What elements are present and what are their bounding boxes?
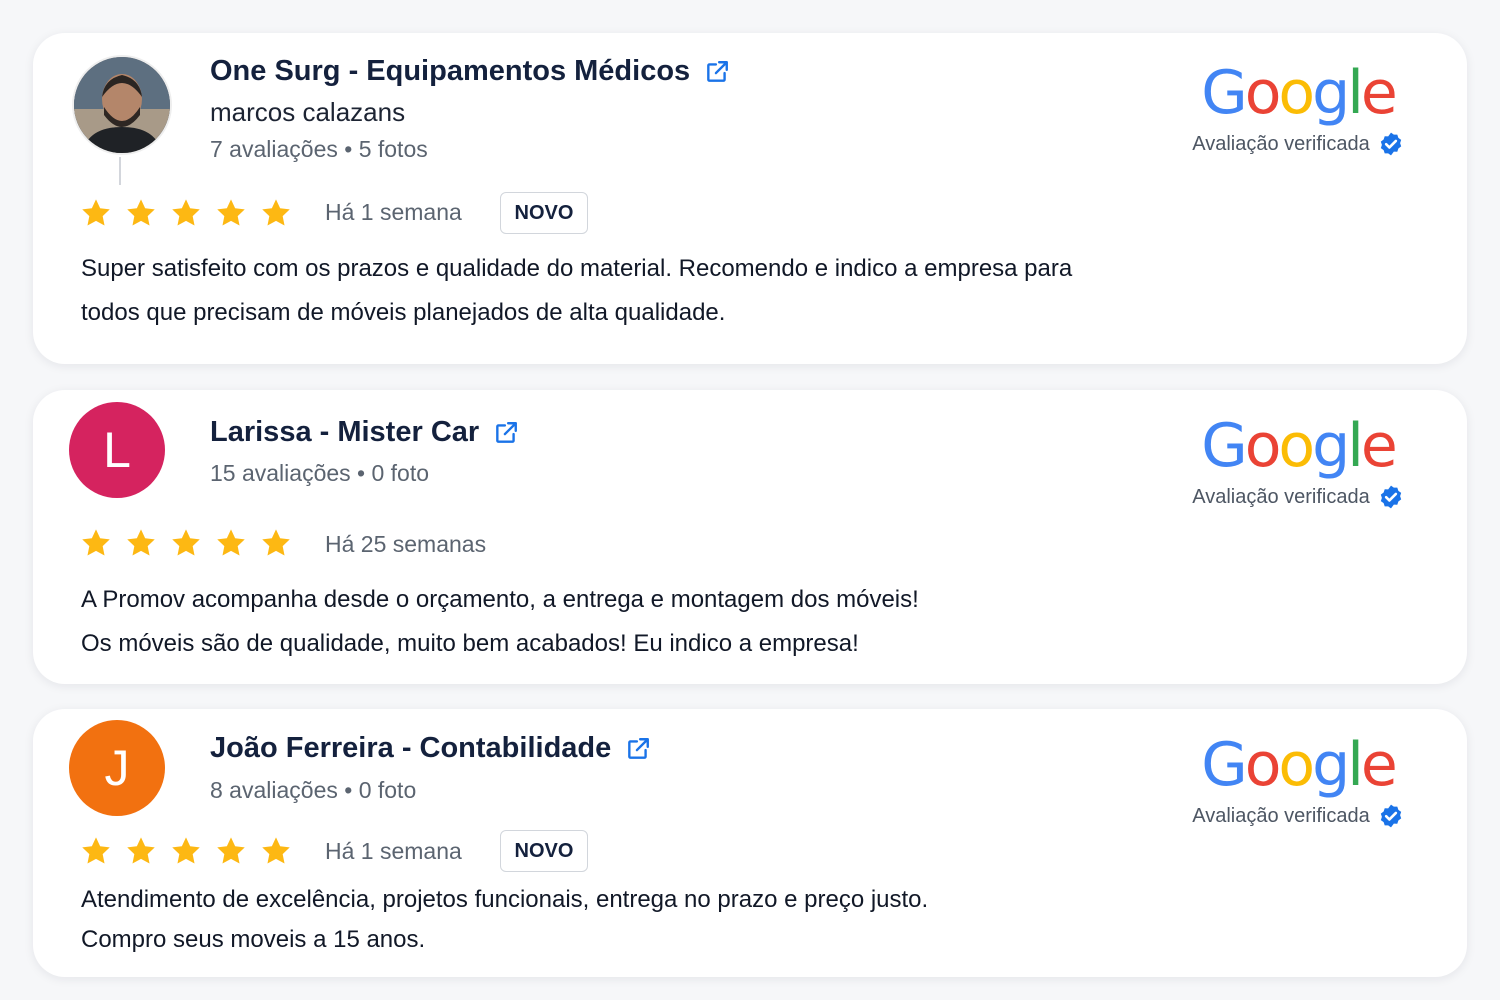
verified-check-icon bbox=[1380, 132, 1401, 156]
star-icon bbox=[82, 529, 110, 556]
google-logo-letter: o bbox=[1244, 411, 1282, 481]
review-text-line: A Promov acompanha desde o orçamento, a … bbox=[81, 586, 919, 613]
star-icon bbox=[82, 199, 110, 226]
external-link-icon[interactable] bbox=[625, 736, 651, 762]
review-card: J João Ferreira - Contabilidade 8 avalia… bbox=[33, 709, 1467, 977]
review-text: Super satisfeito com os prazos e qualida… bbox=[81, 247, 1241, 335]
review-card: One Surg - Equipamentos Médicos marcos c… bbox=[33, 33, 1467, 364]
google-verified: Google Avaliação verificada bbox=[1183, 735, 1413, 829]
google-verified: Google Avaliação verificada bbox=[1183, 63, 1413, 157]
star-rating bbox=[80, 835, 292, 867]
google-logo-letter: e bbox=[1360, 730, 1398, 800]
star-icon bbox=[82, 837, 110, 864]
star-icon bbox=[127, 529, 155, 556]
star-rating bbox=[80, 527, 292, 559]
review-card: L Larissa - Mister Car 15 avaliações • 0… bbox=[33, 390, 1467, 684]
google-logo-letter: o bbox=[1278, 730, 1315, 800]
review-text-line: Atendimento de excelência, projetos func… bbox=[81, 886, 929, 913]
business-name-label[interactable]: One Surg - Equipamentos Médicos bbox=[210, 55, 690, 88]
review-text-line: Os móveis são de qualidade, muito bem ac… bbox=[81, 630, 859, 657]
review-text-line: Super satisfeito com os prazos e qualida… bbox=[81, 255, 1073, 282]
google-logo-letter: g bbox=[1312, 730, 1350, 800]
star-icon bbox=[262, 529, 290, 556]
reviewer-avatar[interactable] bbox=[72, 55, 172, 155]
star-icon bbox=[262, 199, 290, 226]
review-time: Há 1 semana bbox=[325, 199, 462, 225]
google-logo-letter: e bbox=[1360, 411, 1398, 481]
business-name-label[interactable]: Larissa - Mister Car bbox=[210, 416, 479, 449]
google-logo-letter: e bbox=[1360, 58, 1398, 128]
star-icon bbox=[217, 837, 245, 864]
new-badge: NOVO bbox=[500, 192, 588, 234]
star-icon bbox=[262, 837, 290, 864]
reviewer-name: marcos calazans bbox=[210, 97, 406, 127]
google-logo: Google bbox=[1183, 735, 1413, 795]
new-badge: NOVO bbox=[500, 830, 588, 872]
verified-check-icon bbox=[1380, 485, 1401, 509]
verified-label: Avaliação verificada bbox=[1192, 485, 1370, 508]
verified-label: Avaliação verificada bbox=[1192, 132, 1370, 155]
person-photo-icon bbox=[74, 57, 170, 153]
external-link-icon[interactable] bbox=[493, 420, 519, 446]
google-logo-letter: l bbox=[1347, 58, 1364, 128]
reviewer-avatar[interactable]: J bbox=[69, 720, 165, 816]
business-name-label[interactable]: João Ferreira - Contabilidade bbox=[210, 732, 611, 765]
google-logo: Google bbox=[1183, 63, 1413, 123]
star-icon bbox=[172, 837, 200, 864]
review-time: Há 1 semana bbox=[325, 838, 462, 864]
google-logo-letter: g bbox=[1312, 411, 1350, 481]
google-logo-letter: o bbox=[1244, 58, 1282, 128]
review-text: Atendimento de excelência, projetos func… bbox=[81, 880, 1241, 960]
google-logo-letter: g bbox=[1312, 58, 1350, 128]
star-icon bbox=[127, 199, 155, 226]
google-logo-letter: l bbox=[1347, 730, 1364, 800]
verified-row: Avaliação verificada bbox=[1183, 803, 1413, 829]
review-text-line: todos que precisam de móveis planejados … bbox=[81, 299, 726, 326]
business-name[interactable]: Larissa - Mister Car bbox=[210, 416, 519, 449]
google-logo-letter: G bbox=[1201, 411, 1247, 481]
review-text-line: Compro seus moveis a 15 anos. bbox=[81, 926, 426, 953]
star-icon bbox=[172, 529, 200, 556]
google-logo-letter: G bbox=[1201, 58, 1247, 128]
star-icon bbox=[127, 837, 155, 864]
google-logo-letter: o bbox=[1244, 730, 1282, 800]
reviewer-meta: 15 avaliações • 0 foto bbox=[210, 460, 430, 486]
star-icon bbox=[217, 199, 245, 226]
avatar-connector bbox=[119, 157, 121, 185]
google-logo-letter: o bbox=[1278, 411, 1315, 481]
external-link-icon[interactable] bbox=[704, 59, 730, 85]
reviewer-meta: 7 avaliações • 5 fotos bbox=[210, 136, 428, 162]
google-logo-letter: o bbox=[1278, 58, 1315, 128]
business-name[interactable]: João Ferreira - Contabilidade bbox=[210, 732, 651, 765]
verified-row: Avaliação verificada bbox=[1183, 484, 1413, 510]
reviews-list: One Surg - Equipamentos Médicos marcos c… bbox=[0, 0, 1500, 1000]
reviewer-meta: 8 avaliações • 0 foto bbox=[210, 777, 417, 803]
reviewer-avatar[interactable]: L bbox=[69, 402, 165, 498]
verified-check-icon bbox=[1380, 804, 1401, 828]
google-logo-letter: l bbox=[1347, 411, 1364, 481]
google-logo: Google bbox=[1183, 416, 1413, 476]
star-icon bbox=[217, 529, 245, 556]
google-logo-letter: G bbox=[1201, 730, 1247, 800]
verified-label: Avaliação verificada bbox=[1192, 804, 1370, 827]
review-time: Há 25 semanas bbox=[325, 531, 487, 557]
review-text: A Promov acompanha desde o orçamento, a … bbox=[81, 578, 1241, 666]
google-verified: Google Avaliação verificada bbox=[1183, 416, 1413, 510]
star-icon bbox=[172, 199, 200, 226]
star-rating bbox=[80, 197, 292, 229]
verified-row: Avaliação verificada bbox=[1183, 131, 1413, 157]
business-name[interactable]: One Surg - Equipamentos Médicos bbox=[210, 55, 730, 88]
